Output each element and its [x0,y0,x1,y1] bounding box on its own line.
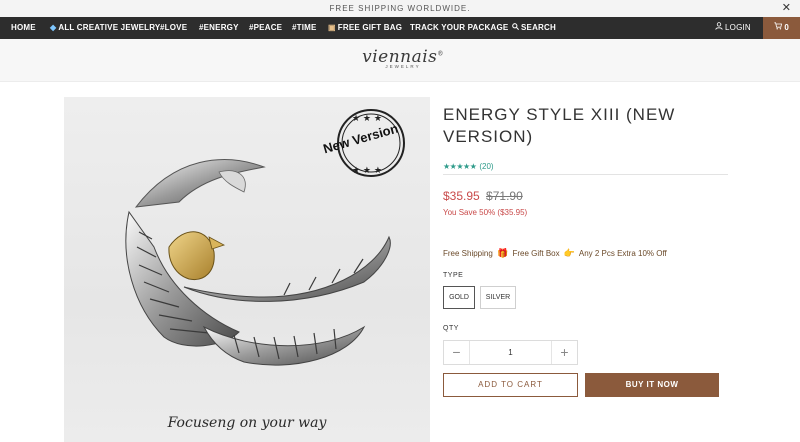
promo-line: Free Shipping 🎁 Free Gift Box 👉 Any 2 Pc… [443,248,667,258]
quantity-input[interactable] [470,341,551,364]
announcement-text: FREE SHIPPING WORLDWIDE. [329,4,471,13]
nav-item-peace[interactable]: #PEACE [249,17,282,39]
star-rating-icon: ★★★★★ [443,162,477,171]
option-silver[interactable]: SILVER [480,286,516,309]
cart-count: 0 [784,23,789,32]
price-block: $35.95 $71.90 [443,189,523,203]
qty-label: QTY [443,325,459,332]
type-label: TYPE [443,272,464,279]
nav-item-all-creative-jewelry[interactable]: ◆ ALL CREATIVE JEWELRY [50,17,160,39]
diamond-icon: ◆ [50,23,57,32]
plus-icon[interactable]: + [551,341,577,364]
gift-box-icon: 🎁 [497,248,509,258]
review-count[interactable]: (20) [479,162,493,171]
product-image[interactable]: ★ ★ ★ ★ ★ ★ New Version Focuseng on your… [64,97,430,442]
cart-button[interactable]: 0 [763,17,800,39]
search-icon [512,17,520,39]
nav-item-home[interactable]: HOME [11,17,36,39]
header-logo-band: viennais® JEWELRY [0,39,800,82]
compare-price: $71.90 [486,189,523,203]
image-caption: Focuseng on your way [167,415,327,431]
pointing-hand-icon: 👉 [563,248,576,258]
eagle-cuff-image: ★ ★ ★ ★ ★ ★ [125,109,405,366]
nav-item-search[interactable]: SEARCH [512,17,556,39]
user-icon [715,17,723,39]
svg-text:★ ★ ★: ★ ★ ★ [352,166,382,176]
gift-bag-icon: ▣ [328,23,336,32]
brand-logo[interactable]: viennais® JEWELRY [358,47,448,77]
quantity-stepper: − + [443,340,578,365]
product-title: ENERGY STYLE XIII (NEW VERSION) [443,105,676,146]
main-nav: HOME ◆ ALL CREATIVE JEWELRY #LOVE #ENERGY… [0,17,800,39]
announcement-bar: FREE SHIPPING WORLDWIDE. ✕ [0,0,800,17]
nav-item-track-package[interactable]: TRACK YOUR PACKAGE [410,17,508,39]
add-to-cart-button[interactable]: ADD TO CART [443,373,578,397]
product-rating[interactable]: ★★★★★ (20) [443,162,494,171]
nav-item-free-gift-bag[interactable]: ▣ FREE GIFT BAG [328,17,402,39]
nav-item-love[interactable]: #LOVE [160,17,187,39]
minus-icon[interactable]: − [444,341,470,364]
login-link[interactable]: LOGIN [715,17,751,39]
option-gold[interactable]: GOLD [443,286,475,309]
nav-item-time[interactable]: #TIME [292,17,317,39]
nav-item-energy[interactable]: #ENERGY [199,17,239,39]
close-icon[interactable]: ✕ [782,0,792,17]
current-price: $35.95 [443,189,480,203]
svg-text:★ ★ ★: ★ ★ ★ [352,114,382,124]
savings-text: You Save 50% ($35.95) [443,208,528,217]
cart-icon [774,22,784,32]
buy-now-button[interactable]: BUY IT NOW [585,373,719,397]
divider [443,174,728,175]
